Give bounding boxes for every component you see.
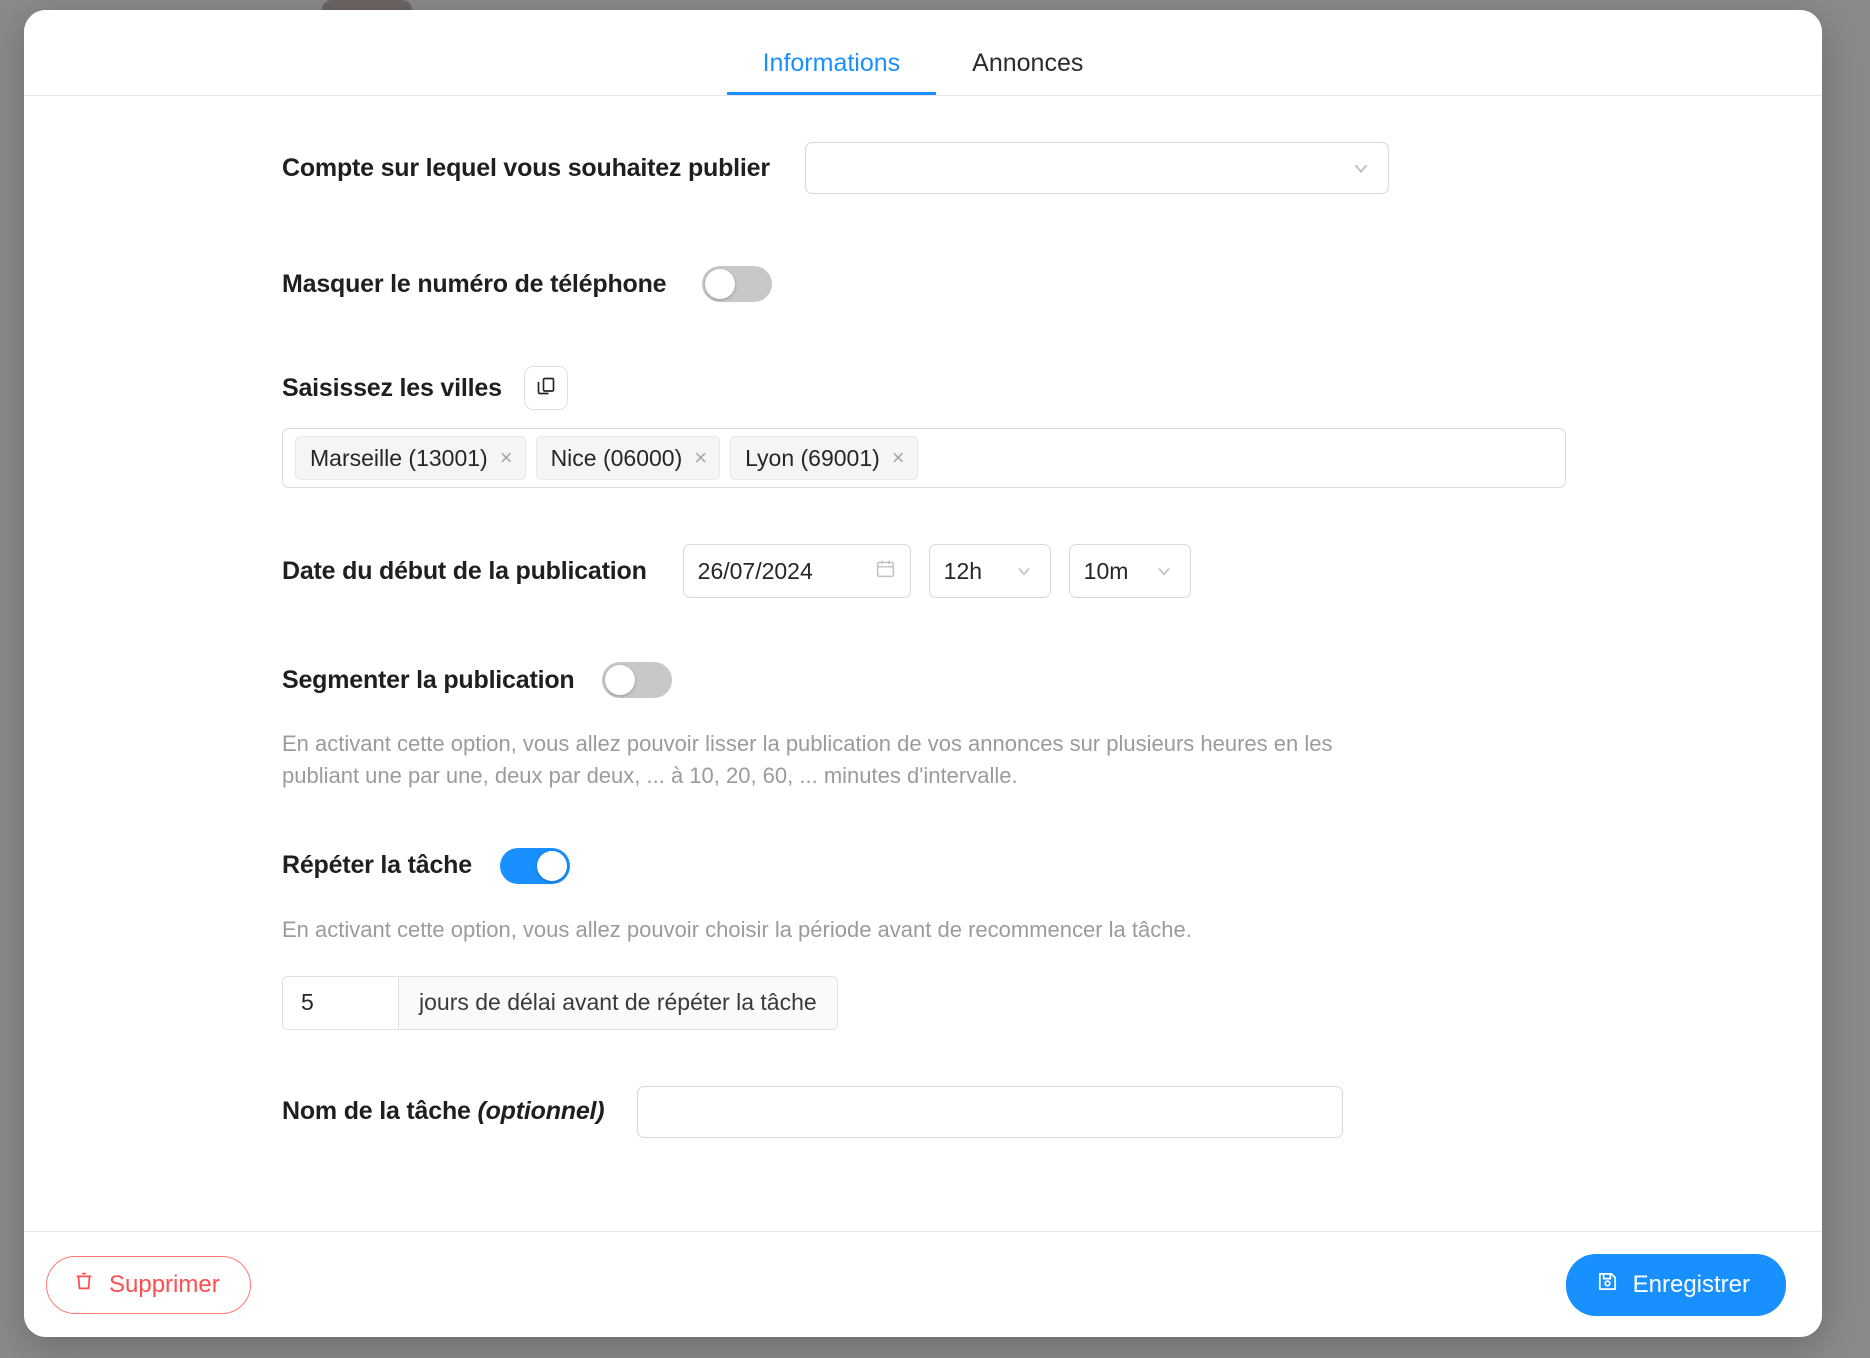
- save-button[interactable]: Enregistrer: [1565, 1253, 1786, 1316]
- copy-icon: [536, 376, 556, 401]
- trash-icon: [73, 1270, 95, 1299]
- start-date-row: Date du début de la publication 26/07/20…: [282, 544, 1564, 598]
- task-name-label: Nom de la tâche (optionnel): [282, 1097, 605, 1126]
- city-chip[interactable]: Nice (06000) ×: [535, 436, 721, 480]
- cities-input[interactable]: Marseille (13001) × Nice (06000) × Lyon …: [282, 428, 1566, 488]
- account-row: Compte sur lequel vous souhaitez publier: [282, 142, 1564, 194]
- cities-header: Saisissez les villes: [282, 366, 1564, 410]
- start-hour-value: 12h: [943, 557, 983, 584]
- city-chip[interactable]: Marseille (13001) ×: [295, 436, 526, 480]
- segment-helper-text: En activant cette option, vous allez pou…: [282, 731, 1333, 788]
- account-label: Compte sur lequel vous souhaitez publier: [282, 153, 770, 182]
- start-date-label: Date du début de la publication: [282, 556, 647, 585]
- segment-label: Segmenter la publication: [282, 665, 575, 694]
- city-chip-label: Marseille (13001): [310, 444, 488, 471]
- delete-button[interactable]: Supprimer: [46, 1255, 251, 1314]
- task-editor-modal: Informations Annonces Compte sur lequel …: [24, 10, 1822, 1337]
- repeat-toggle[interactable]: [499, 847, 570, 884]
- hide-phone-row: Masquer le numéro de téléphone: [282, 266, 1564, 302]
- tab-informations[interactable]: Informations: [726, 51, 937, 95]
- toggle-knob: [605, 665, 636, 695]
- copy-icon-button[interactable]: [523, 366, 568, 410]
- repeat-row: Répéter la tâche: [282, 847, 1564, 884]
- save-icon: [1596, 1270, 1619, 1300]
- repeat-helper-text: En activant cette option, vous allez pou…: [282, 916, 1192, 942]
- start-date-value: 26/07/2024: [697, 557, 813, 584]
- chevron-down-icon: [1014, 561, 1034, 581]
- repeat-delay-input[interactable]: 5: [282, 975, 398, 1030]
- modal-footer: Supprimer Enregistrer: [24, 1231, 1822, 1337]
- cities-section: Saisissez les villes Marseille (13001) ×…: [282, 366, 1566, 488]
- start-minute-value: 10m: [1083, 557, 1129, 584]
- repeat-delay-unit-label: jours de délai avant de répéter la tâche: [398, 975, 838, 1030]
- form-content: Compte sur lequel vous souhaitez publier…: [24, 96, 1822, 1231]
- chevron-down-icon: [1350, 157, 1372, 179]
- city-chip-label: Lyon (69001): [745, 444, 880, 471]
- tab-bar: Informations Annonces: [24, 10, 1822, 96]
- segment-toggle[interactable]: [602, 662, 673, 698]
- chevron-down-icon: [1154, 561, 1174, 581]
- start-hour-select[interactable]: 12h: [928, 544, 1051, 598]
- city-chip-remove-icon[interactable]: ×: [694, 447, 707, 469]
- city-chip-label: Nice (06000): [550, 444, 683, 471]
- task-name-label-text: Nom de la tâche: [282, 1097, 471, 1126]
- segment-row: Segmenter la publication: [282, 662, 1564, 698]
- delete-button-label: Supprimer: [109, 1270, 220, 1298]
- tab-annonces[interactable]: Annonces: [936, 51, 1119, 95]
- account-select[interactable]: [804, 142, 1389, 194]
- hide-phone-label: Masquer le numéro de téléphone: [282, 269, 667, 298]
- city-chip-remove-icon[interactable]: ×: [892, 447, 905, 469]
- hide-phone-toggle[interactable]: [702, 266, 773, 302]
- cities-label: Saisissez les villes: [282, 373, 502, 402]
- task-name-optional-suffix: (optionnel): [477, 1097, 605, 1126]
- start-date-input[interactable]: 26/07/2024: [682, 544, 911, 598]
- calendar-icon: [875, 558, 896, 585]
- save-button-label: Enregistrer: [1632, 1270, 1750, 1298]
- toggle-knob: [536, 850, 567, 881]
- toggle-knob: [705, 269, 736, 299]
- city-chip[interactable]: Lyon (69001) ×: [730, 436, 918, 480]
- repeat-delay-group: 5 jours de délai avant de répéter la tâc…: [282, 975, 1564, 1030]
- task-name-input[interactable]: [637, 1085, 1344, 1138]
- repeat-label: Répéter la tâche: [282, 851, 472, 880]
- task-name-row: Nom de la tâche (optionnel): [282, 1085, 1564, 1138]
- city-chip-remove-icon[interactable]: ×: [500, 447, 513, 469]
- start-minute-select[interactable]: 10m: [1068, 544, 1191, 598]
